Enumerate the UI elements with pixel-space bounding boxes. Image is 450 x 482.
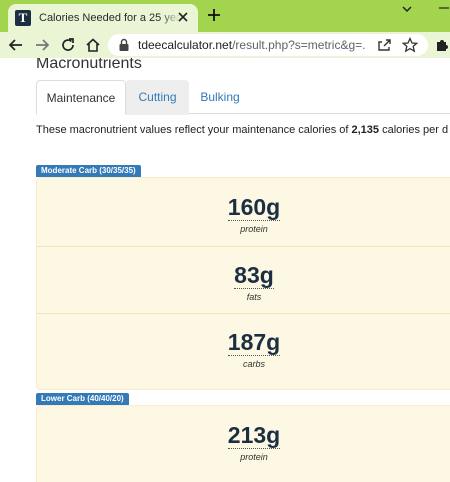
bookmark-star-icon[interactable] (402, 37, 418, 53)
tab-bulking[interactable]: Bulking (189, 80, 251, 115)
browser-toolbar: tdeecalculator.net/result.php?s=metric&g… (0, 32, 450, 58)
url-path: /result.php?s=metric&g=... (232, 38, 366, 52)
forward-arrow-icon[interactable] (34, 37, 50, 53)
url-text[interactable]: tdeecalculator.net/result.php?s=metric&g… (138, 38, 366, 52)
macro-cell-protein: 213g protein (37, 406, 450, 474)
macro-panel-lower-carb: 213g protein (36, 405, 450, 482)
chevron-down-icon[interactable] (400, 3, 414, 15)
tab-cutting[interactable]: Cutting (126, 80, 189, 115)
close-icon[interactable] (176, 10, 190, 24)
macro-value: 160g (227, 194, 281, 221)
macro-label: protein (240, 452, 268, 462)
section-title: Macronutrients (36, 58, 142, 72)
page-content: Macronutrients Maintenance Cutting Bulki… (0, 58, 450, 482)
home-icon[interactable] (85, 37, 101, 53)
macro-cell-fats: 83g fats (37, 246, 450, 313)
macro-cell-carbs: 187g carbs (37, 313, 450, 389)
macro-value: 213g (227, 422, 281, 449)
lock-icon[interactable] (118, 38, 130, 52)
macro-label: fats (246, 292, 262, 302)
macro-tabs: Maintenance Cutting Bulking (36, 80, 450, 115)
browser-tab[interactable]: T Calories Needed for a 25 year old (8, 4, 198, 32)
macro-cell-protein: 160g protein (37, 178, 450, 246)
macro-value: 187g (227, 329, 281, 356)
description-prefix: These macronutrient values reflect your … (36, 124, 352, 136)
macro-value: 83g (234, 262, 274, 289)
address-bar[interactable]: tdeecalculator.net/result.php?s=metric&g… (108, 34, 428, 56)
description-suffix: calories per d (379, 124, 449, 136)
tab-maintenance[interactable]: Maintenance (36, 80, 126, 115)
group-badge-lower-carb: Lower Carb (40/40/20) (36, 393, 129, 405)
share-icon[interactable] (376, 37, 392, 53)
macro-description: These macronutrient values reflect your … (36, 124, 448, 136)
extensions-puzzle-icon[interactable] (434, 37, 450, 53)
url-host: tdeecalculator.net (138, 38, 233, 52)
maintenance-calories: 2,135 (351, 124, 380, 136)
macro-panel-moderate-carb: 160g protein 83g fats 187g carbs (36, 177, 450, 390)
site-favicon: T (15, 10, 31, 26)
minimize-icon[interactable] (438, 2, 450, 14)
back-arrow-icon[interactable] (8, 37, 24, 53)
tab-title: Calories Needed for a 25 year old (39, 12, 181, 24)
new-tab-icon[interactable] (206, 7, 222, 23)
macro-label: protein (240, 224, 268, 234)
browser-tab-strip: T Calories Needed for a 25 year old (0, 0, 450, 32)
macro-label: carbs (242, 359, 265, 369)
group-badge-moderate-carb: Moderate Carb (30/35/35) (36, 165, 141, 177)
reload-icon[interactable] (60, 37, 76, 53)
